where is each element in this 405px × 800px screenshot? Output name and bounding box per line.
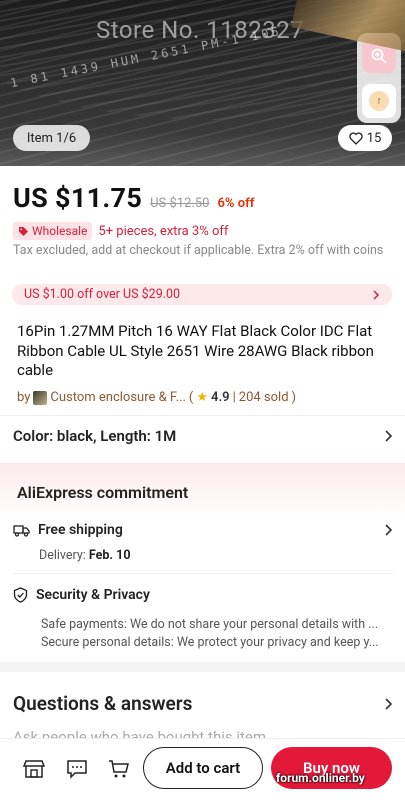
current-price: US $11.75 [13,182,143,214]
store-name-link[interactable]: Custom enclosure & F... [50,390,186,405]
seller-row[interactable]: by Custom enclosure & F... ( ★ 4.9 | 204… [17,390,296,405]
separator: | [232,390,236,405]
open-paren: ( [188,390,194,405]
delivery-date: Feb. 10 [88,548,131,563]
divider [13,573,393,574]
delivery-info: Delivery: Feb. 10 [39,548,131,563]
security-title: Security & Privacy [36,587,150,603]
variant-selector[interactable]: Color: black, Length: 1M [13,427,393,445]
zoom-button[interactable] [362,38,396,73]
close-paren: ) [291,390,297,405]
tax-note: Tax excluded, add at checkout if applica… [13,243,384,258]
product-title: 16Pin 1.27MM Pitch 16 WAY Flat Black Col… [17,322,374,379]
cart-icon [108,759,130,779]
store-watermark: Store No. 1182327 [96,16,305,44]
security-line-1: Safe payments: We do not share your pers… [41,617,379,632]
section-gap [0,662,405,672]
security-line-2: Secure personal details: We protect your… [41,635,379,650]
cart-button[interactable] [107,757,131,781]
likes-count: 15 [366,130,382,146]
store-icon [23,759,45,779]
heart-icon [348,131,363,145]
image-side-tools: f [357,33,401,123]
image-counter: Item 1/6 [13,125,90,151]
store-avatar [33,390,48,405]
store-thumb-button[interactable]: f [362,83,396,118]
discount-percent: 6% off [217,196,255,211]
store-rating: 4.9 [211,390,230,405]
chat-icon [66,759,88,779]
qa-title: Questions & answers [13,692,193,715]
zoom-icon [370,47,388,65]
shield-icon [13,587,28,603]
chevron-right-icon [384,697,393,710]
by-label: by [17,390,31,405]
wholesale-offer: 5+ pieces, extra 3% off [98,223,229,239]
add-to-cart-button[interactable]: Add to cart [143,747,263,789]
sold-count: 204 sold [238,390,289,405]
divider [0,415,405,416]
truck-icon [13,524,30,537]
chat-button[interactable] [65,757,89,781]
wholesale-badge: Wholesale [13,222,93,240]
commitment-title: AliExpress commitment [17,483,189,502]
security-row[interactable]: Security & Privacy [13,587,393,603]
coupon-text: US $1.00 off over US $29.00 [24,287,181,302]
original-price: US $12.50 [150,196,210,211]
coupon-banner[interactable]: US $1.00 off over US $29.00 [12,284,392,305]
price-row: US $11.75 US $12.50 6% off [13,182,254,214]
chevron-right-icon [384,524,393,536]
product-image-gallery[interactable]: 1 81 1439 HUM 2651 PM-1 105 Store No. 11… [0,0,405,166]
store-thumb-icon: f [368,90,390,112]
chevron-right-icon [384,430,393,442]
wholesale-label: Wholesale [32,224,88,238]
star-icon: ★ [196,390,209,405]
variant-label: Color: black, Length: 1M [13,427,177,445]
delivery-label: Delivery: [39,548,86,563]
questions-answers-row[interactable]: Questions & answers [13,692,393,715]
shipping-title: Free shipping [38,522,123,538]
forum-watermark: forum.onliner.by [276,771,365,785]
wishlist-button[interactable]: 15 [338,125,392,151]
shipping-row[interactable]: Free shipping [13,522,393,538]
chevron-right-icon [372,289,380,300]
wholesale-row: Wholesale 5+ pieces, extra 3% off [13,222,228,240]
tag-icon [18,226,29,237]
store-button[interactable] [22,757,46,781]
